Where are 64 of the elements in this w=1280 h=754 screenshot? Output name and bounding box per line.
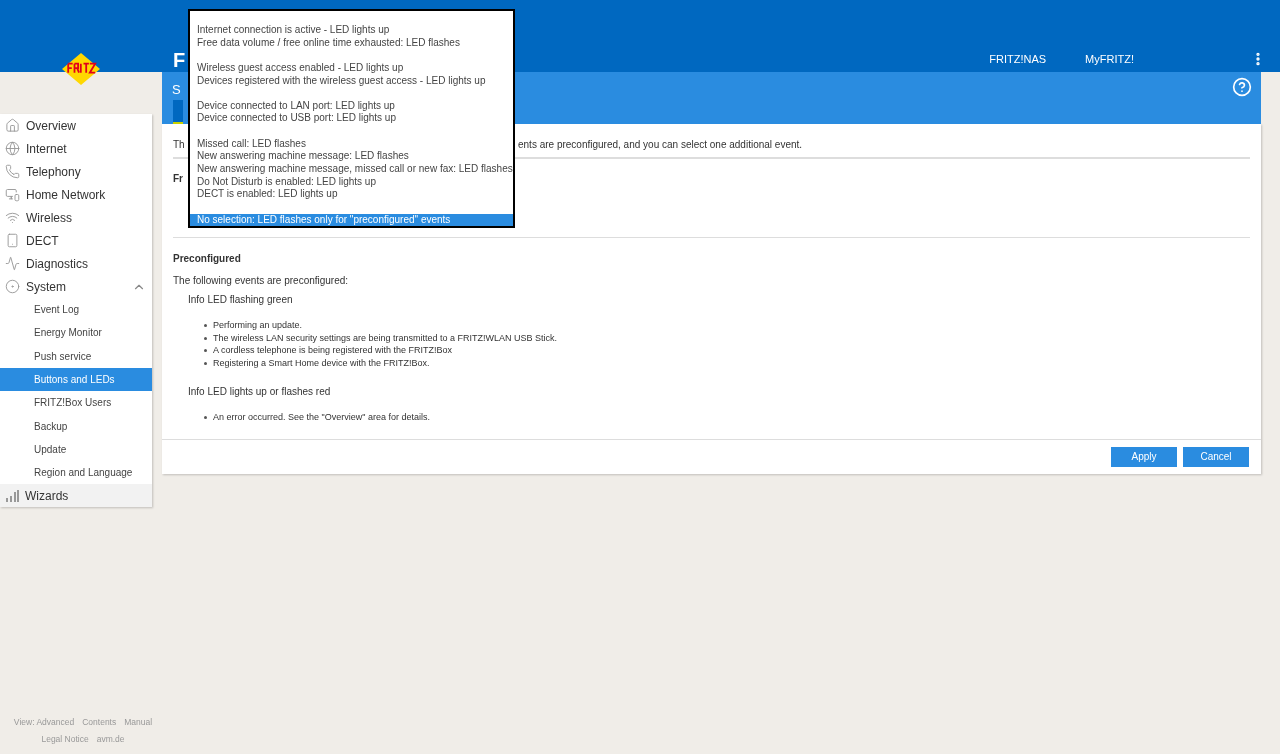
bars-icon — [5, 489, 19, 502]
intro-text: ents are preconfigured, and you can select one additional event. — [518, 138, 803, 152]
subheader-title: S — [172, 81, 181, 99]
nav-item[interactable]: System — [0, 275, 152, 298]
list-item: Registering a Smart Home device with the FRITZ!Box. — [213, 356, 430, 369]
group-title: Info LED flashing green — [188, 293, 294, 307]
dropdown-option[interactable]: New answering machine message, missed call or new fax: LED flashes — [190, 163, 513, 176]
phone-icon — [5, 164, 20, 179]
tab[interactable] — [173, 100, 183, 124]
nav-link[interactable]: MyFRITZ! — [1085, 51, 1134, 68]
monitor-icon — [5, 187, 20, 202]
nav-subitem[interactable]: Push service — [0, 344, 152, 368]
house-icon — [5, 118, 20, 133]
globe-icon — [5, 141, 20, 156]
help-icon[interactable] — [1232, 77, 1252, 97]
bullet-icon — [204, 324, 207, 327]
dropdown-option[interactable]: Internet connection is active - LED lights up — [190, 24, 513, 37]
nav-item[interactable]: Home Network — [0, 183, 152, 206]
page-title: F — [173, 48, 186, 73]
dropdown-option[interactable]: Do Not Disturb is enabled: LED lights up — [190, 175, 513, 189]
nav-link[interactable]: FRITZ!NAS — [989, 51, 1047, 68]
dropdown-option[interactable]: Devices registered with the wireless guest access - LED lights up — [190, 74, 513, 88]
dropdown-option[interactable]: Free data volume / free online time exhausted: LED flashes — [190, 36, 513, 50]
dropdown-option[interactable]: DECT is enabled: LED lights up — [190, 188, 513, 202]
dropdown-option[interactable]: No selection: LED flashes only for "preconfigured" events — [190, 213, 513, 227]
group-title: Info LED lights up or flashes red — [188, 385, 332, 399]
handset-icon — [5, 233, 20, 248]
nav-item[interactable]: Wireless — [0, 206, 152, 229]
list-item: A cordless telephone is being registered with the FRITZ!Box — [213, 344, 453, 357]
list-item: The wireless LAN security settings are being transmitted to a FRITZ!WLAN USB Stick. — [213, 331, 558, 344]
nav-item[interactable]: Wizards — [0, 484, 152, 508]
section-heading: Preconfigured — [173, 252, 242, 266]
nav-item[interactable]: Overview — [0, 114, 152, 137]
dropdown-option[interactable]: Wireless guest access enabled - LED lights up — [190, 61, 513, 75]
dropdown-option[interactable]: Device connected to USB port: LED lights up — [190, 112, 513, 126]
intro-text: Th — [173, 139, 185, 150]
dropdown-option[interactable]: Missed call: LED flashes — [190, 137, 513, 151]
action-button[interactable]: Apply — [1111, 446, 1177, 467]
nav-subitem[interactable]: FRITZ!Box Users — [0, 391, 152, 415]
nav-item[interactable]: DECT — [0, 229, 152, 252]
action-button[interactable]: Cancel — [1183, 446, 1249, 467]
nav-item[interactable]: Diagnostics — [0, 252, 152, 275]
nav-item[interactable]: Telephony — [0, 160, 152, 183]
bullet-icon — [204, 336, 207, 340]
nav-subitem[interactable]: Region and Language — [0, 461, 152, 485]
nav-subitem[interactable]: Energy Monitor — [0, 321, 152, 345]
nav-item[interactable]: Internet — [0, 137, 152, 160]
pulse-icon — [5, 256, 20, 271]
dropdown-option[interactable]: Device connected to LAN port: LED lights up — [190, 99, 513, 113]
bullet-icon — [204, 416, 207, 419]
wifi-icon — [5, 210, 20, 225]
nav-subitem[interactable]: Event Log — [0, 298, 152, 322]
list-item: An error occurred. See the "Overview" area for details. — [213, 411, 430, 424]
nav-subitem[interactable]: Buttons and LEDs — [0, 367, 152, 392]
bullet-icon — [204, 349, 207, 352]
dropdown-option[interactable]: New answering machine message: LED flashes — [190, 150, 513, 163]
target-icon — [5, 279, 20, 294]
body-text: The following events are preconfigured: — [173, 274, 350, 288]
bullet-icon — [204, 361, 207, 365]
section-heading: Fr — [173, 173, 183, 184]
list-item: Performing an update. — [213, 319, 303, 332]
logo-icon — [61, 52, 101, 86]
nav-subitem[interactable]: Backup — [0, 414, 152, 438]
nav-subitem[interactable]: Update — [0, 437, 152, 462]
